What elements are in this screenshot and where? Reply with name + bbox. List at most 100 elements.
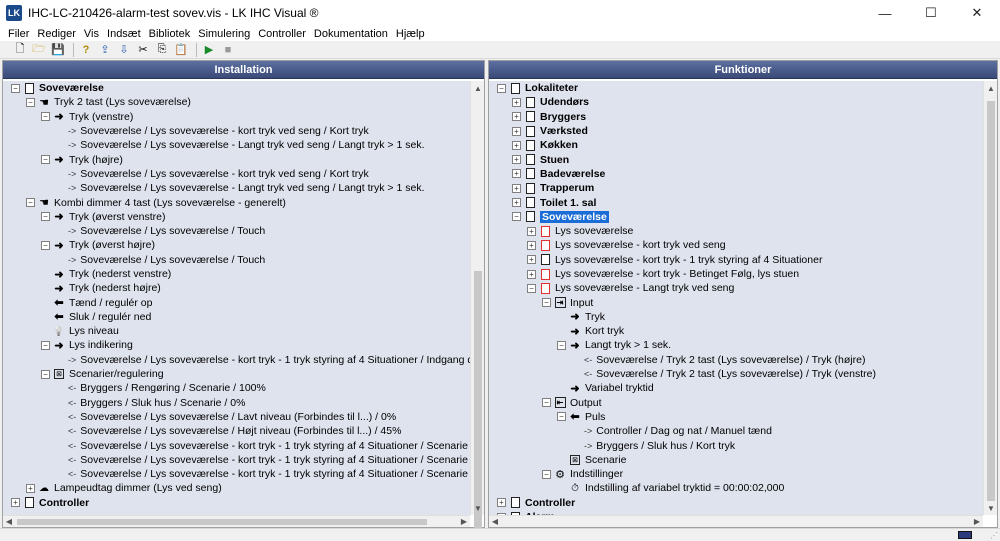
tree-row[interactable]: Variabel tryktid <box>489 381 983 395</box>
menu-bibliotek[interactable]: Bibliotek <box>145 28 195 40</box>
tree-row[interactable]: − Tryk 2 tast (Lys soveværelse) <box>3 95 470 109</box>
tree-row[interactable]: -> Soveværelse / Lys soveværelse - kort t… <box>3 124 470 138</box>
tree-row[interactable]: Indstilling af variabel tryktid = 00:00:… <box>489 481 983 495</box>
expand-icon[interactable]: + <box>527 255 536 265</box>
tree-row[interactable]: <- Soveværelse / Lys soveværelse - kort t… <box>3 467 470 481</box>
vertical-scrollbar[interactable]: ▲ ▼ <box>470 81 485 531</box>
tree-row[interactable]: − Soveværelse <box>3 81 470 95</box>
collapse-icon[interactable]: − <box>542 398 551 408</box>
expand-icon[interactable]: + <box>527 269 536 279</box>
scroll-down-icon[interactable]: ▼ <box>471 501 485 515</box>
tree-row[interactable]: − Indstillinger <box>489 467 983 481</box>
tree-row[interactable]: + Lampeudtag dimmer (Lys ved seng) <box>3 481 470 495</box>
expand-icon[interactable]: + <box>512 183 521 193</box>
expand-icon[interactable]: + <box>512 169 521 179</box>
expand-icon[interactable]: + <box>497 498 506 508</box>
tree-row[interactable]: + Værksted <box>489 124 983 138</box>
tree-row[interactable]: − Lokaliteter <box>489 81 983 95</box>
scroll-thumb[interactable] <box>474 271 482 531</box>
close-button[interactable]: ✕ <box>954 0 1000 26</box>
tree-row[interactable]: − ⇤ Output <box>489 396 983 410</box>
collapse-icon[interactable]: − <box>497 83 506 93</box>
tree-row[interactable]: Tryk (nederst venstre) <box>3 267 470 281</box>
tree-row[interactable]: Tryk (nederst højre) <box>3 281 470 295</box>
tree-row[interactable]: <- Bryggers / Rengøring / Scenarie / 100% <box>3 381 470 395</box>
menu-vis[interactable]: Vis <box>80 28 103 40</box>
tree-row[interactable]: + Trapperum <box>489 181 983 195</box>
tree-row[interactable]: + Bryggers <box>489 110 983 124</box>
play-icon[interactable]: ▶ <box>201 42 217 58</box>
tree-row[interactable]: + Controller <box>489 496 983 510</box>
new-icon[interactable]: 🗋 <box>12 42 28 58</box>
tree-row[interactable]: + Køkken <box>489 138 983 152</box>
funktioner-tree[interactable]: − Lokaliteter + Udendørs + Bryggers + Værksted +… <box>489 81 983 515</box>
tree-row[interactable]: <- Soveværelse / Lys soveværelse / Højt n… <box>3 424 470 438</box>
menu-filer[interactable]: Filer <box>4 28 33 40</box>
scroll-up-icon[interactable]: ▲ <box>471 81 485 95</box>
collapse-icon[interactable]: − <box>512 212 521 222</box>
tree-row[interactable]: -> Soveværelse / Lys soveværelse - kort t… <box>3 353 470 367</box>
tree-row[interactable]: + Toilet 1. sal <box>489 195 983 209</box>
scroll-thumb[interactable] <box>17 519 427 525</box>
collapse-icon[interactable]: − <box>557 412 566 422</box>
scroll-left-icon[interactable]: ◀ <box>3 516 15 528</box>
minimize-button[interactable]: — <box>862 0 908 26</box>
tree-row[interactable]: <- Soveværelse / Tryk 2 tast (Lys sovevær… <box>489 353 983 367</box>
menu-simulering[interactable]: Simulering <box>194 28 254 40</box>
expand-icon[interactable]: + <box>527 226 536 236</box>
tree-row[interactable]: − Tryk (øverst venstre) <box>3 210 470 224</box>
installation-tree[interactable]: −Soveværelse−Tryk 2 tast (Lys soveværels… <box>3 81 470 515</box>
scroll-right-icon[interactable]: ▶ <box>971 516 983 528</box>
tree-row[interactable]: − Kombi dimmer 4 tast (Lys soveværelse - … <box>3 195 470 209</box>
tree-row[interactable]: <- Bryggers / Sluk hus / Scenarie / 0% <box>3 396 470 410</box>
collapse-icon[interactable]: − <box>41 369 50 379</box>
horizontal-scrollbar[interactable]: ◀ ▶ <box>489 515 983 527</box>
tree-row[interactable]: -> Bryggers / Sluk hus / Kort tryk <box>489 438 983 452</box>
tree-row[interactable]: − Lys indikering <box>3 338 470 352</box>
tree-row[interactable]: -> Soveværelse / Lys soveværelse / Touch <box>3 253 470 267</box>
download-icon[interactable]: ⇩ <box>116 42 132 58</box>
collapse-icon[interactable]: − <box>557 340 566 350</box>
expand-icon[interactable]: + <box>26 483 35 493</box>
tree-row[interactable]: Sluk / regulér ned <box>3 310 470 324</box>
tree-row[interactable]: -> Soveværelse / Lys soveværelse - Langt … <box>3 181 470 195</box>
tree-row[interactable]: <- Soveværelse / Lys soveværelse - kort t… <box>3 438 470 452</box>
menu-dokumentation[interactable]: Dokumentation <box>310 28 392 40</box>
collapse-icon[interactable]: − <box>11 83 20 93</box>
tree-row[interactable]: + Lys soveværelse - kort tryk - Betinget … <box>489 267 983 281</box>
tree-row[interactable]: ⊠ Scenarie <box>489 453 983 467</box>
tree-row[interactable]: + Badeværelse <box>489 167 983 181</box>
collapse-icon[interactable]: − <box>41 112 50 122</box>
open-icon[interactable]: 🗁 <box>31 42 47 58</box>
collapse-icon[interactable]: − <box>542 469 551 479</box>
tree-row[interactable]: -> Soveværelse / Lys soveværelse - kort t… <box>3 167 470 181</box>
expand-icon[interactable]: + <box>512 97 521 107</box>
tree-row[interactable]: − Langt tryk > 1 sek. <box>489 338 983 352</box>
tree-row[interactable]: Tryk <box>489 310 983 324</box>
copy-icon[interactable]: ⎘ <box>154 42 170 58</box>
resize-grip-icon[interactable]: ⋰ <box>990 531 998 540</box>
collapse-icon[interactable]: − <box>26 198 35 208</box>
scroll-up-icon[interactable]: ▲ <box>984 81 998 95</box>
help-icon[interactable]: ? <box>78 42 94 58</box>
tree-row[interactable]: − Tryk (venstre) <box>3 110 470 124</box>
tree-row[interactable]: <- Soveværelse / Lys soveværelse / Lavt n… <box>3 410 470 424</box>
tree-row[interactable]: − Tryk (øverst højre) <box>3 238 470 252</box>
tree-row[interactable]: + Lys soveværelse - kort tryk - 1 tryk st… <box>489 253 983 267</box>
scroll-thumb[interactable] <box>987 101 995 501</box>
tree-row[interactable]: <- Soveværelse / Lys soveværelse - kort t… <box>3 453 470 467</box>
menu-rediger[interactable]: Rediger <box>33 28 80 40</box>
collapse-icon[interactable]: − <box>542 298 551 308</box>
menu-controller[interactable]: Controller <box>254 28 310 40</box>
collapse-icon[interactable]: − <box>41 240 50 250</box>
tree-row[interactable]: − Tryk (højre) <box>3 152 470 166</box>
tree-row[interactable]: Lys niveau <box>3 324 470 338</box>
tree-row[interactable]: + Controller <box>3 496 470 510</box>
expand-icon[interactable]: + <box>512 155 521 165</box>
expand-icon[interactable]: + <box>512 198 521 208</box>
tree-row[interactable]: − ⊠ Scenarier/regulering <box>3 367 470 381</box>
save-icon[interactable]: 💾 <box>50 42 66 58</box>
expand-icon[interactable]: + <box>512 126 521 136</box>
tree-row[interactable]: + Lys soveværelse - kort tryk ved seng <box>489 238 983 252</box>
collapse-icon[interactable]: − <box>41 212 50 222</box>
